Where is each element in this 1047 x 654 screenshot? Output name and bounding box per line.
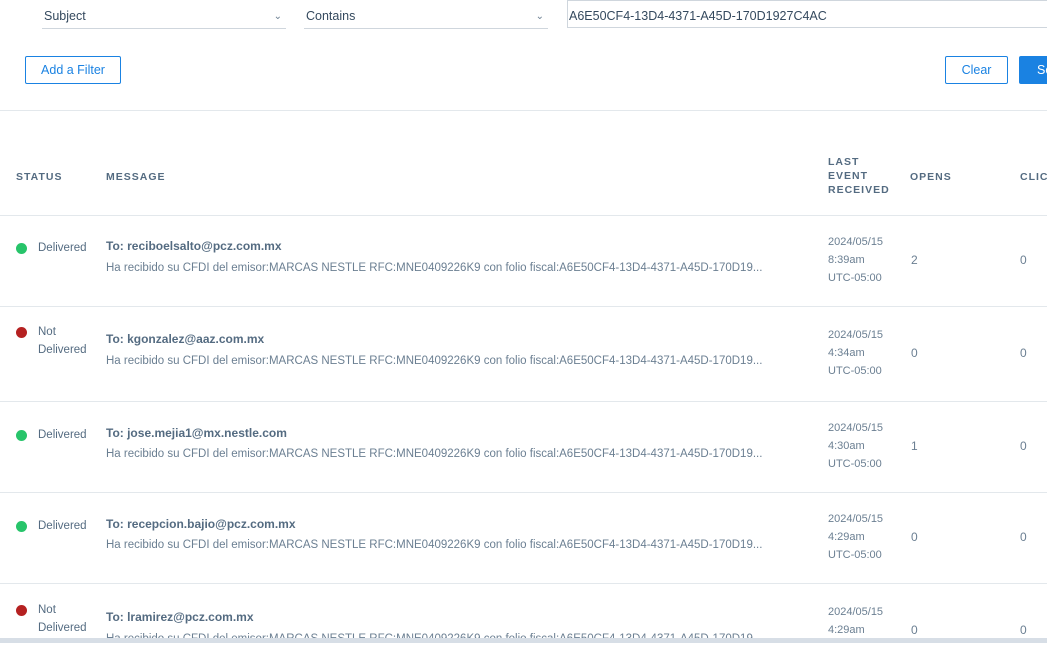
operator-select-value: Contains: [306, 9, 356, 23]
clear-button[interactable]: Clear: [945, 56, 1008, 84]
status-line: Delivered: [38, 622, 87, 634]
header-status[interactable]: STATUS: [16, 170, 62, 184]
event-tz: UTC-05:00: [828, 458, 882, 470]
clicks-count: 0: [1020, 439, 1027, 453]
field-select[interactable]: Subject ⌄: [42, 0, 286, 29]
event-timestamp: 2024/05/15 4:30am UTC-05:00: [828, 419, 883, 473]
opens-count: 1: [911, 439, 918, 453]
event-timestamp: 2024/05/15 8:39am UTC-05:00: [828, 233, 883, 287]
status-label: Delivered: [38, 426, 87, 444]
status-line: Delivered: [38, 520, 87, 532]
header-message[interactable]: MESSAGE: [106, 170, 166, 184]
status-label: Not Delivered: [38, 601, 87, 637]
status-dot-delivered: [16, 521, 27, 532]
event-date: 2024/05/15: [828, 422, 884, 434]
add-filter-button[interactable]: Add a Filter: [25, 56, 121, 84]
event-time: 8:39am: [828, 254, 865, 266]
clicks-count: 0: [1020, 623, 1027, 637]
event-date: 2024/05/15: [828, 236, 884, 248]
table-row[interactable]: Delivered To: reciboelsalto@pcz.com.mx H…: [0, 216, 1047, 307]
message-subject: Ha recibido su CFDI del emisor:MARCAS NE…: [106, 539, 763, 551]
event-tz: UTC-05:00: [828, 549, 882, 561]
event-date: 2024/05/15: [828, 513, 884, 525]
chevron-down-icon: ⌄: [535, 11, 544, 22]
table-row[interactable]: Delivered To: recepcion.bajio@pcz.com.mx…: [0, 493, 1047, 584]
chevron-down-icon: ⌄: [273, 11, 282, 22]
recipient: To: jose.mejia1@mx.nestle.com: [106, 426, 287, 440]
status-line: Delivered: [38, 242, 87, 254]
status-dot-not-delivered: [16, 605, 27, 616]
search-button[interactable]: Se: [1019, 56, 1047, 84]
status-line: Not: [38, 604, 56, 616]
filter-value-input[interactable]: A6E50CF4-13D4-4371-A45D-170D1927C4AC: [567, 0, 1047, 28]
field-select-value: Subject: [44, 9, 86, 23]
section-divider: [0, 110, 1047, 111]
horizontal-scrollbar[interactable]: [0, 638, 1047, 643]
event-date: 2024/05/15: [828, 329, 884, 341]
event-timestamp: 2024/05/15 4:34am UTC-05:00: [828, 326, 883, 380]
status-line: Delivered: [38, 429, 87, 441]
recipient: To: kgonzalez@aaz.com.mx: [106, 332, 265, 346]
message-subject: Ha recibido su CFDI del emisor:MARCAS NE…: [106, 262, 763, 274]
recipient: To: recepcion.bajio@pcz.com.mx: [106, 517, 296, 531]
opens-count: 0: [911, 346, 918, 360]
recipient: To: lramirez@pcz.com.mx: [106, 610, 254, 624]
status-label: Delivered: [38, 239, 87, 257]
event-time: 4:29am: [828, 624, 865, 636]
event-tz: UTC-05:00: [828, 365, 882, 377]
clicks-count: 0: [1020, 346, 1027, 360]
event-tz: UTC-05:00: [828, 272, 882, 284]
opens-count: 0: [911, 530, 918, 544]
status-line: Not: [38, 326, 56, 338]
header-last-event-line3: RECEIVED: [828, 184, 890, 196]
filter-row: Subject ⌄ Contains ⌄ A6E50CF4-13D4-4371-…: [0, 0, 1047, 36]
message-subject: Ha recibido su CFDI del emisor:MARCAS NE…: [106, 448, 763, 460]
event-time: 4:34am: [828, 347, 865, 359]
header-last-event[interactable]: LAST EVENT RECEIVED: [828, 155, 890, 197]
message-subject: Ha recibido su CFDI del emisor:MARCAS NE…: [106, 355, 763, 367]
status-dot-delivered: [16, 243, 27, 254]
status-dot-delivered: [16, 430, 27, 441]
table-row[interactable]: Not Delivered To: kgonzalez@aaz.com.mx H…: [0, 307, 1047, 402]
event-time: 4:30am: [828, 440, 865, 452]
header-last-event-line2: EVENT: [828, 170, 869, 182]
clicks-count: 0: [1020, 253, 1027, 267]
status-dot-not-delivered: [16, 327, 27, 338]
operator-select[interactable]: Contains ⌄: [304, 0, 548, 29]
event-date: 2024/05/15: [828, 606, 884, 618]
table-row[interactable]: Delivered To: jose.mejia1@mx.nestle.com …: [0, 402, 1047, 493]
opens-count: 0: [911, 623, 918, 637]
recipient: To: reciboelsalto@pcz.com.mx: [106, 239, 282, 253]
event-timestamp: 2024/05/15 4:29am UTC-05:00: [828, 510, 883, 564]
header-clicks[interactable]: CLIC: [1020, 170, 1047, 184]
header-opens[interactable]: OPENS: [910, 170, 952, 184]
status-label: Delivered: [38, 517, 87, 535]
header-last-event-line1: LAST: [828, 156, 860, 168]
filter-value-text: A6E50CF4-13D4-4371-A45D-170D1927C4AC: [569, 9, 827, 23]
table-row[interactable]: Not Delivered To: lramirez@pcz.com.mx Ha…: [0, 584, 1047, 654]
clicks-count: 0: [1020, 530, 1027, 544]
status-line: Delivered: [38, 344, 87, 356]
status-label: Not Delivered: [38, 323, 87, 359]
event-timestamp: 2024/05/15 4:29am: [828, 603, 883, 639]
event-time: 4:29am: [828, 531, 865, 543]
opens-count: 2: [911, 253, 918, 267]
